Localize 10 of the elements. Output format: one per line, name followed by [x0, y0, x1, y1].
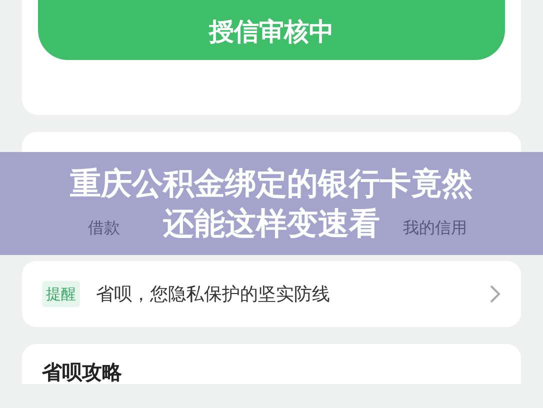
shortcut-label[interactable]: 借款: [88, 216, 120, 240]
guide-title: 省呗攻略: [42, 360, 123, 384]
shortcut-label[interactable]: 我的信用: [403, 216, 467, 240]
notice-tag: 提醒: [42, 280, 80, 308]
banner-headline: 重庆公积金绑定的银行卡竟然: [70, 164, 473, 204]
banner-headline: 还能这样变速看: [163, 204, 380, 244]
chevron-right-icon: [489, 284, 501, 304]
notice-text: 省呗，您隐私保护的坚实防线: [96, 282, 331, 306]
status-button[interactable]: 授信审核中: [38, 0, 505, 60]
notice-card[interactable]: 提醒 省呗，您隐私保护的坚实防线: [22, 261, 521, 327]
